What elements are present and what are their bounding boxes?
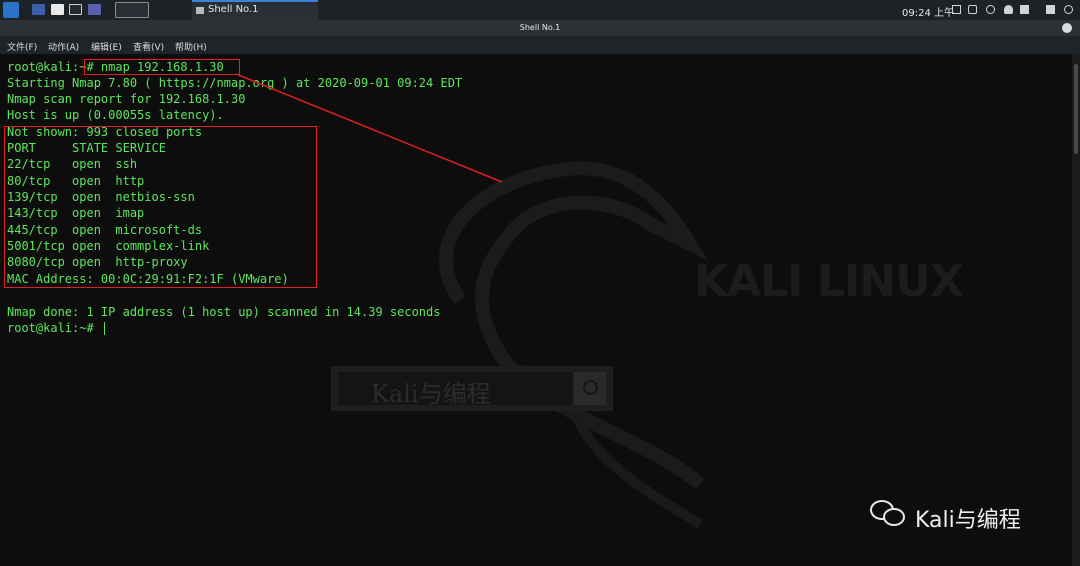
close-icon[interactable]	[1062, 23, 1072, 33]
workspace-switcher-icon[interactable]	[115, 2, 149, 18]
terminal-output[interactable]: KALI LINUX Kali与编程 root@kali:~# nmap 192…	[0, 54, 1072, 566]
taskbar: Shell No.1 09:24 上午	[0, 0, 1080, 20]
lock-icon[interactable]	[1046, 5, 1055, 14]
app-icon[interactable]	[88, 4, 101, 15]
window-title: Shell No.1	[519, 23, 561, 32]
terminal-scrollbar-thumb[interactable]	[1074, 64, 1078, 154]
clock[interactable]: 09:24 上午	[902, 4, 954, 19]
settings-icon[interactable]	[1064, 5, 1073, 14]
menu-help[interactable]: 帮助(H)	[175, 40, 207, 53]
volume-icon[interactable]	[986, 5, 995, 14]
menu-action[interactable]: 动作(A)	[48, 40, 79, 53]
taskbar-window-button[interactable]: Shell No.1	[192, 0, 318, 20]
desktop-icon[interactable]	[32, 4, 45, 15]
menu-edit[interactable]: 编辑(E)	[91, 40, 122, 53]
battery-icon[interactable]	[968, 5, 977, 14]
menu-file[interactable]: 文件(F)	[7, 40, 37, 53]
display-icon[interactable]	[952, 5, 961, 14]
menu-bar: 文件(F) 动作(A) 编辑(E) 查看(V) 帮助(H)	[0, 36, 1080, 54]
notification-bell-icon[interactable]	[1004, 5, 1013, 14]
menu-view[interactable]: 查看(V)	[133, 40, 164, 53]
watermark-text: Kali与编程	[915, 508, 1021, 533]
annotation-arrow	[235, 73, 503, 183]
terminal-icon[interactable]	[69, 4, 82, 15]
files-icon[interactable]	[51, 4, 64, 15]
wechat-icon	[870, 500, 906, 528]
power-icon[interactable]	[1020, 5, 1029, 14]
taskbar-window-label: Shell No.1	[208, 4, 259, 15]
shell-icon	[196, 7, 204, 14]
kali-menu-icon[interactable]	[3, 2, 19, 18]
window-titlebar[interactable]: Shell No.1	[0, 20, 1080, 36]
